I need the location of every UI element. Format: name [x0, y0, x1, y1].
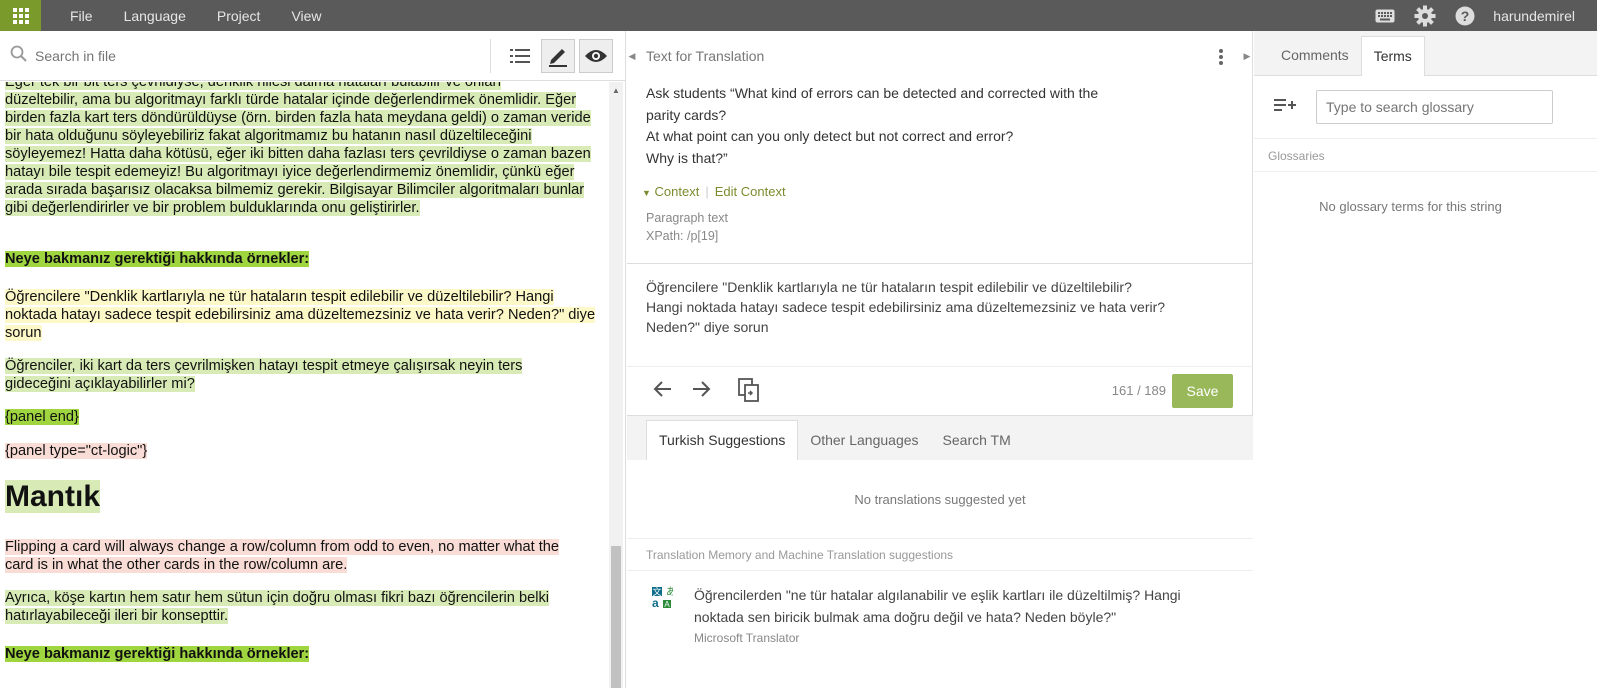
source-line: Why is that?”	[646, 149, 728, 166]
more-options-icon[interactable]	[1218, 48, 1224, 71]
meta-xpath: XPath: /p[19]	[646, 229, 719, 243]
svg-text:?: ?	[1461, 8, 1470, 24]
tab-other-languages[interactable]: Other Languages	[798, 432, 930, 460]
tm-suggestion-source: Microsoft Translator	[694, 631, 800, 645]
tm-header: Translation Memory and Machine Translati…	[627, 539, 1253, 571]
doc-segment[interactable]: Flipping a card will always change a row…	[5, 539, 560, 573]
username[interactable]: harundemirel	[1485, 8, 1597, 24]
doc-heading[interactable]: Mantık	[5, 480, 101, 513]
context-meta: Paragraph text XPath: /p[19]	[646, 209, 728, 245]
document-scrollbar[interactable]: ▲	[609, 82, 623, 688]
doc-segment[interactable]: {panel type="ct-logic"}	[5, 443, 148, 459]
svg-text:あ: あ	[666, 586, 673, 598]
collapse-right-icon[interactable]: ▶	[1241, 31, 1253, 81]
save-button[interactable]: Save	[1172, 374, 1233, 408]
side-panel: Comments Terms Glossaries No glossary te…	[1254, 31, 1597, 688]
doc-segment[interactable]: Eğer tek bir bit ters çevrildiyse, denkl…	[5, 82, 502, 90]
main-menu: File Language Project View	[70, 8, 353, 24]
editor-actions: 161 / 189 Save	[627, 367, 1253, 416]
doc-segment[interactable]: Öğrenciler, iki kart da ters çevrilmişke…	[5, 358, 523, 392]
context-bar: ▼ Context | Edit Context	[642, 184, 786, 199]
svg-text:A: A	[664, 600, 670, 609]
side-tabs: Comments Terms	[1254, 31, 1597, 76]
doc-segment[interactable]: Neye bakmanız gerektiği hakkında örnekle…	[5, 646, 310, 662]
list-view-icon[interactable]	[503, 39, 537, 73]
caret-down-icon[interactable]: ▼	[642, 188, 651, 198]
no-suggestions-message: No translations suggested yet	[627, 460, 1253, 539]
top-bar: File Language Project View ? harundemire…	[0, 0, 1597, 31]
gear-icon[interactable]	[1405, 5, 1445, 27]
source-line: At what point can you only detect but no…	[646, 128, 1014, 144]
document-pane: Eğer tek bir bit ters çevrildiyse, denkl…	[0, 31, 626, 688]
translation-pane: ◀ Text for Translation Ask students “Wha…	[627, 31, 1253, 688]
search-in-file-input[interactable]	[35, 47, 475, 64]
tm-suggestion-text[interactable]: Öğrencilerden "ne tür hatalar algılanabi…	[694, 584, 1224, 628]
tm-suggestion-item[interactable]: 文あaA Öğrencilerden "ne tür hatalar algıl…	[627, 571, 1253, 651]
translator-icon: 文あaA	[651, 585, 676, 614]
file-search-bar	[0, 31, 625, 81]
pane-title: Text for Translation	[646, 48, 765, 64]
suggestions-panel: Turkish Suggestions Other Languages Sear…	[627, 415, 1253, 688]
menu-project[interactable]: Project	[217, 8, 261, 24]
arrow-right-icon[interactable]	[691, 380, 711, 403]
translation-line[interactable]: Hangi noktada hatayı sadece tespit edebi…	[646, 297, 1234, 317]
help-icon[interactable]: ?	[1445, 6, 1485, 26]
source-text: Ask students “What kind of errors can be…	[646, 83, 1206, 169]
context-toggle[interactable]: Context	[655, 184, 700, 199]
collapse-left-icon[interactable]: ◀	[627, 31, 637, 81]
document-content: Eğer tek bir bit ters çevrildiyse, denkl…	[0, 82, 610, 688]
scrollbar-thumb[interactable]	[611, 546, 621, 688]
translation-line[interactable]: Neden?" diye sorun	[646, 317, 1234, 337]
tab-comments[interactable]: Comments	[1269, 47, 1361, 75]
doc-segment[interactable]: {panel end}	[5, 409, 79, 425]
string-counter: 161 / 189	[1111, 383, 1166, 398]
apps-grid-icon[interactable]	[0, 0, 41, 31]
arrow-left-icon[interactable]	[653, 380, 673, 403]
search-icon	[10, 45, 27, 67]
suggestion-tabs: Turkish Suggestions Other Languages Sear…	[627, 415, 1253, 460]
tab-turkish-suggestions[interactable]: Turkish Suggestions	[646, 420, 799, 460]
copy-source-icon[interactable]	[738, 378, 760, 407]
source-line: Ask students “What kind of errors can be…	[646, 85, 1099, 101]
edit-context-link[interactable]: Edit Context	[715, 184, 786, 199]
doc-segment[interactable]: Neye bakmanız gerektiği hakkında örnekle…	[5, 251, 310, 267]
edit-pencil-icon[interactable]	[541, 39, 575, 73]
no-terms-message: No glossary terms for this string	[1319, 199, 1502, 214]
glossaries-label: Glossaries	[1254, 138, 1597, 172]
doc-segment[interactable]: Ayrıca, köşe kartın hem satır hem sütun …	[5, 590, 549, 624]
tab-search-tm[interactable]: Search TM	[931, 432, 1023, 460]
menu-language[interactable]: Language	[124, 8, 186, 24]
meta-type: Paragraph text	[646, 211, 728, 225]
add-term-icon[interactable]	[1274, 98, 1296, 119]
doc-segment[interactable]: Öğrencilere "Denklik kartlarıyla ne tür …	[5, 289, 596, 341]
keyboard-icon[interactable]	[1365, 9, 1405, 23]
menu-file[interactable]: File	[70, 8, 93, 24]
translation-line[interactable]: Öğrencilere "Denklik kartlarıyla ne tür …	[646, 277, 1234, 297]
preview-eye-icon[interactable]	[579, 39, 613, 73]
source-line: parity cards?	[646, 106, 727, 123]
svg-text:a: a	[652, 596, 659, 609]
glossary-search-input[interactable]	[1316, 90, 1553, 124]
translation-editor[interactable]: Öğrencilere "Denklik kartlarıyla ne tür …	[627, 263, 1253, 367]
menu-view[interactable]: View	[291, 8, 321, 24]
doc-segment[interactable]: düzeltebilir, ama bu algoritmayı farklı …	[5, 92, 591, 216]
tab-terms[interactable]: Terms	[1360, 36, 1425, 76]
